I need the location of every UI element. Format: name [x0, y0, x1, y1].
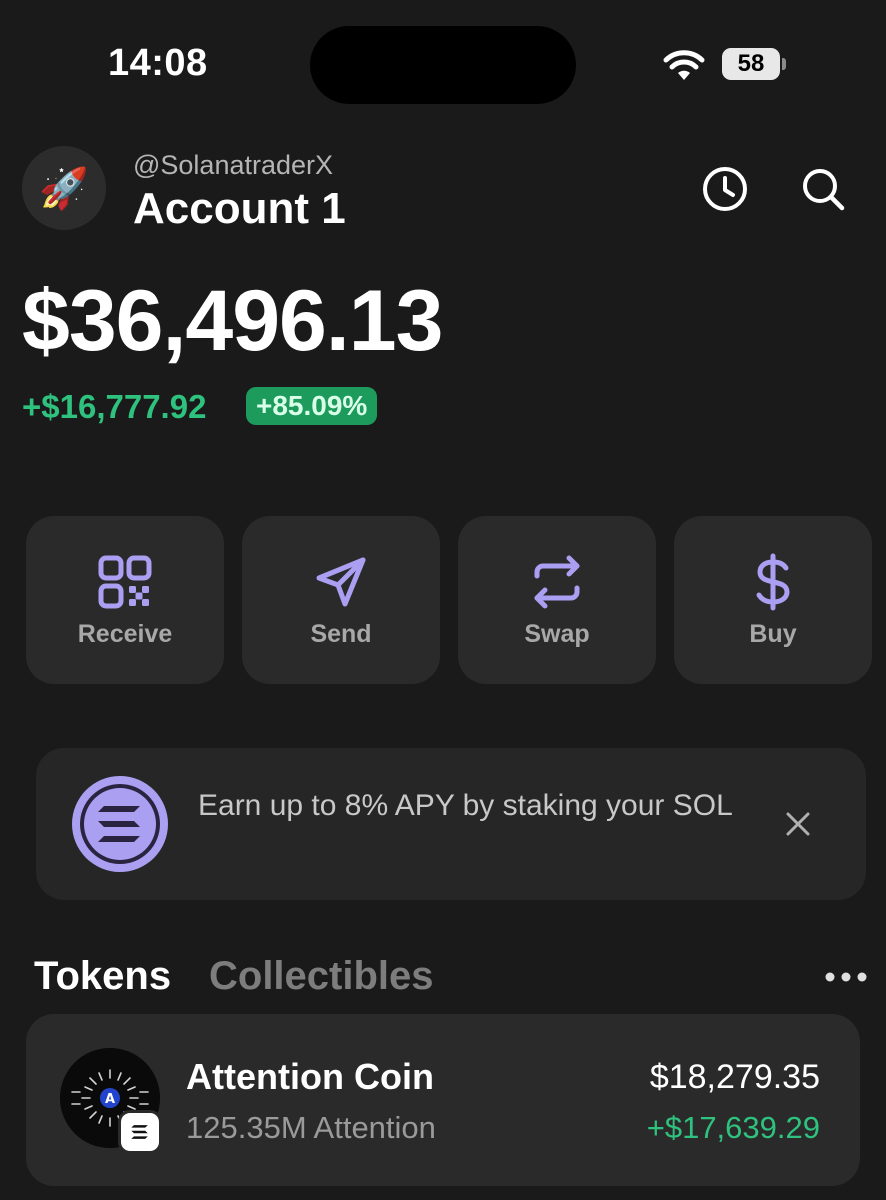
- history-clock-icon[interactable]: [700, 164, 750, 214]
- token-change: +$17,639.29: [646, 1110, 820, 1145]
- receive-label: Receive: [77, 620, 173, 648]
- wifi-icon: [662, 48, 706, 82]
- battery-level: 58: [722, 48, 780, 80]
- send-label: Send: [310, 620, 372, 648]
- account-name[interactable]: Account 1: [133, 184, 346, 234]
- token-name: Attention Coin: [186, 1056, 434, 1097]
- tab-collectibles[interactable]: Collectibles: [209, 954, 434, 999]
- dollar-icon: [743, 552, 803, 612]
- account-avatar[interactable]: 🚀: [22, 146, 106, 230]
- rocket-icon: 🚀: [39, 166, 89, 211]
- swap-arrows-icon: [527, 552, 587, 612]
- close-icon[interactable]: [782, 808, 814, 840]
- solana-logo-icon: [68, 772, 172, 876]
- svg-text:A: A: [105, 1092, 115, 1107]
- balance-change-amount: +$16,777.92: [22, 388, 207, 425]
- send-arrow-icon: [311, 552, 371, 612]
- battery-icon: 58: [722, 48, 786, 80]
- staking-banner-text: Earn up to 8% APY by staking your SOL: [198, 789, 733, 822]
- search-icon[interactable]: [798, 164, 848, 214]
- buy-label: Buy: [749, 620, 797, 648]
- token-value: $18,279.35: [649, 1058, 820, 1096]
- action-buttons: Receive Send Swap Buy: [26, 516, 872, 684]
- total-balance: $36,496.13: [22, 273, 443, 369]
- swap-label: Swap: [524, 620, 590, 648]
- more-options-icon[interactable]: [824, 970, 868, 984]
- buy-button[interactable]: Buy: [674, 516, 872, 684]
- username[interactable]: @SolanatraderX: [133, 150, 333, 181]
- battery-tip: [782, 58, 786, 70]
- solana-chain-badge-icon: [118, 1110, 162, 1154]
- receive-button[interactable]: Receive: [26, 516, 224, 684]
- token-amount: 125.35M Attention: [186, 1110, 436, 1145]
- send-button[interactable]: Send: [242, 516, 440, 684]
- dynamic-island: [310, 26, 576, 104]
- balance-change-percent-badge: +85.09%: [246, 387, 378, 425]
- qr-code-icon: [95, 552, 155, 612]
- status-time: 14:08: [108, 42, 208, 84]
- tab-tokens[interactable]: Tokens: [34, 954, 171, 999]
- staking-banner[interactable]: Earn up to 8% APY by staking your SOL: [36, 748, 866, 900]
- swap-button[interactable]: Swap: [458, 516, 656, 684]
- token-row[interactable]: A Attention Coin 125.35M Attention $18,2…: [26, 1014, 860, 1186]
